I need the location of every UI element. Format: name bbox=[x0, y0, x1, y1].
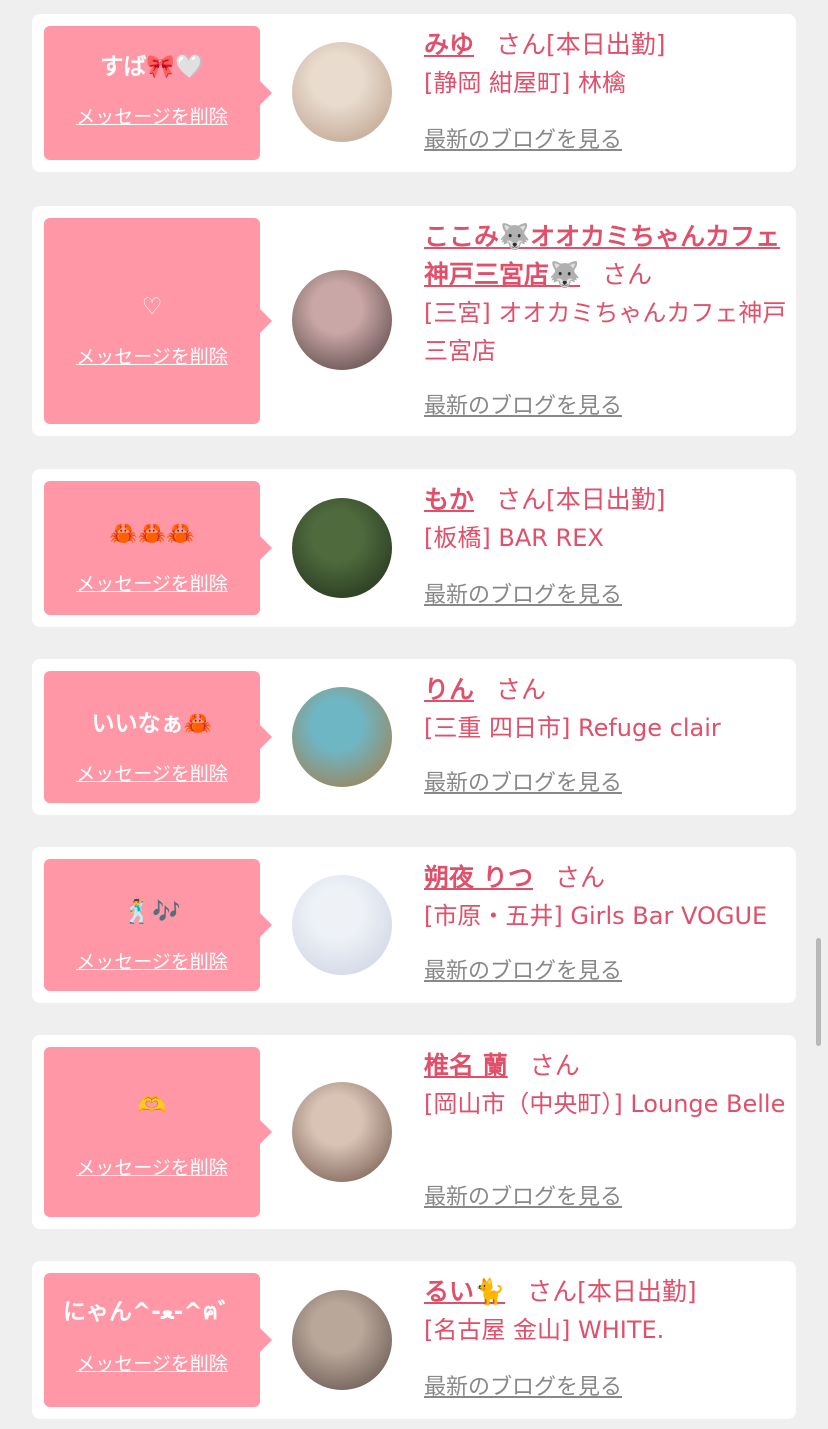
shop-info: [名古屋 金山] WHITE. bbox=[424, 1316, 665, 1344]
message-card: 🦀🦀🦀 メッセージを削除 もか さん[本日出勤] [板橋] BAR REX 最新のブログを… bbox=[32, 469, 796, 627]
delete-message-link[interactable]: メッセージを削除 bbox=[44, 571, 260, 597]
message-card: 🕺🎶 メッセージを削除 朔夜 りつ さん [市原・五井] Girls Bar VOGUE… bbox=[32, 847, 796, 1003]
avatar[interactable] bbox=[292, 687, 392, 787]
latest-blog-link[interactable]: 最新のブログを見る bbox=[424, 1373, 622, 1403]
shop-info: [三重 四日市] Refuge clair bbox=[424, 714, 721, 742]
latest-blog-link[interactable]: 最新のブログを見る bbox=[424, 581, 622, 611]
profile-info: みゆ さん[本日出勤] [静岡 紺屋町] 林檎 bbox=[424, 26, 788, 102]
message-text: いいなぁ🦀 bbox=[91, 711, 213, 737]
shop-info: [静岡 紺屋町] 林檎 bbox=[424, 69, 626, 97]
message-text: 🕺🎶 bbox=[123, 899, 181, 925]
message-bubble: ♡ メッセージを削除 bbox=[44, 218, 272, 424]
shop-info: [岡山市（中央町）] Lounge Belle bbox=[424, 1090, 786, 1118]
message-card: ♡ メッセージを削除 ここみ🐺オオカミちゃんカフェ神戸三宮店🐺 さん [三宮] オオカミ… bbox=[32, 206, 796, 436]
name-line: りん さん bbox=[424, 671, 788, 709]
delete-message-link[interactable]: メッセージを削除 bbox=[44, 761, 260, 787]
honorific: さん bbox=[496, 675, 547, 704]
delete-message-link[interactable]: メッセージを削除 bbox=[44, 1351, 260, 1377]
avatar[interactable] bbox=[292, 1290, 392, 1390]
name-line: 朔夜 りつ さん bbox=[424, 859, 788, 897]
profile-name-link[interactable]: 朔夜 りつ bbox=[424, 863, 533, 892]
message-bubble: いいなぁ🦀 メッセージを削除 bbox=[44, 671, 272, 803]
profile-name-link[interactable]: みゆ bbox=[424, 30, 474, 59]
profile-info: 椎名 蘭さん [岡山市（中央町）] Lounge Belle bbox=[424, 1047, 788, 1123]
profile-name-link[interactable]: もか bbox=[424, 485, 474, 514]
avatar[interactable] bbox=[292, 42, 392, 142]
message-text: にゃん^-ﻌ-^ฅ゛ bbox=[62, 1299, 241, 1325]
message-text: すば🎀🤍 bbox=[100, 54, 204, 80]
message-bubble: すば🎀🤍 メッセージを削除 bbox=[44, 26, 272, 160]
latest-blog-link[interactable]: 最新のブログを見る bbox=[424, 769, 622, 799]
name-line: ここみ🐺オオカミちゃんカフェ神戸三宮店🐺 さん bbox=[424, 218, 788, 294]
work-status: [本日出勤] bbox=[546, 485, 666, 514]
honorific: さん bbox=[554, 863, 605, 892]
scrollbar[interactable] bbox=[816, 938, 821, 1046]
latest-blog-link[interactable]: 最新のブログを見る bbox=[424, 957, 622, 987]
profile-info: るい🐈 さん[本日出勤] [名古屋 金山] WHITE. bbox=[424, 1273, 788, 1349]
delete-message-link[interactable]: メッセージを削除 bbox=[44, 344, 260, 370]
name-line: みゆ さん[本日出勤] bbox=[424, 26, 788, 64]
shop-info: [板橋] BAR REX bbox=[424, 524, 604, 552]
work-status: [本日出勤] bbox=[577, 1277, 697, 1306]
message-bubble: 🕺🎶 メッセージを削除 bbox=[44, 859, 272, 991]
delete-message-link[interactable]: メッセージを削除 bbox=[44, 1155, 260, 1181]
latest-blog-link[interactable]: 最新のブログを見る bbox=[424, 126, 622, 156]
name-line: 椎名 蘭さん bbox=[424, 1047, 788, 1085]
name-line: るい🐈 さん[本日出勤] bbox=[424, 1273, 788, 1311]
honorific: さん bbox=[527, 1277, 578, 1306]
message-card: いいなぁ🦀 メッセージを削除 りん さん [三重 四日市] Refuge clair 最新… bbox=[32, 659, 796, 815]
message-bubble: 🦀🦀🦀 メッセージを削除 bbox=[44, 481, 272, 615]
message-text: 🫶 bbox=[137, 1093, 167, 1119]
message-card: 🫶 メッセージを削除 椎名 蘭さん [岡山市（中央町）] Lounge Belle 最新… bbox=[32, 1035, 796, 1229]
profile-info: 朔夜 りつ さん [市原・五井] Girls Bar VOGUE bbox=[424, 859, 788, 935]
avatar[interactable] bbox=[292, 270, 392, 370]
work-status: [本日出勤] bbox=[546, 30, 666, 59]
shop-info: [三宮] オオカミちゃんカフェ神戸三宮店 bbox=[424, 299, 787, 365]
profile-info: ここみ🐺オオカミちゃんカフェ神戸三宮店🐺 さん [三宮] オオカミちゃんカフェ神戸三… bbox=[424, 218, 788, 370]
profile-info: もか さん[本日出勤] [板橋] BAR REX bbox=[424, 481, 788, 557]
message-bubble: にゃん^-ﻌ-^ฅ゛ メッセージを削除 bbox=[44, 1273, 272, 1407]
message-list: すば🎀🤍 メッセージを削除 みゆ さん[本日出勤] [静岡 紺屋町] 林檎 最新のブログを… bbox=[0, 0, 828, 1429]
latest-blog-link[interactable]: 最新のブログを見る bbox=[424, 1183, 622, 1213]
message-card: にゃん^-ﻌ-^ฅ゛ メッセージを削除 るい🐈 さん[本日出勤] [名古屋 金山] WH… bbox=[32, 1261, 796, 1419]
message-card: すば🎀🤍 メッセージを削除 みゆ さん[本日出勤] [静岡 紺屋町] 林檎 最新のブログを… bbox=[32, 14, 796, 172]
name-line: もか さん[本日出勤] bbox=[424, 481, 788, 519]
avatar[interactable] bbox=[292, 1082, 392, 1182]
honorific: さん bbox=[602, 260, 653, 289]
avatar[interactable] bbox=[292, 875, 392, 975]
latest-blog-link[interactable]: 最新のブログを見る bbox=[424, 392, 622, 422]
profile-name-link[interactable]: りん bbox=[424, 675, 474, 704]
profile-name-link[interactable]: るい🐈 bbox=[424, 1277, 505, 1306]
avatar[interactable] bbox=[292, 498, 392, 598]
honorific: さん bbox=[496, 30, 547, 59]
honorific: さん bbox=[496, 485, 547, 514]
profile-info: りん さん [三重 四日市] Refuge clair bbox=[424, 671, 788, 747]
message-bubble: 🫶 メッセージを削除 bbox=[44, 1047, 272, 1217]
message-text: ♡ bbox=[141, 294, 163, 320]
honorific: さん bbox=[529, 1051, 580, 1080]
delete-message-link[interactable]: メッセージを削除 bbox=[44, 949, 260, 975]
shop-info: [市原・五井] Girls Bar VOGUE bbox=[424, 902, 768, 930]
message-text: 🦀🦀🦀 bbox=[109, 521, 195, 547]
profile-name-link[interactable]: 椎名 蘭 bbox=[424, 1051, 508, 1080]
delete-message-link[interactable]: メッセージを削除 bbox=[44, 104, 260, 130]
